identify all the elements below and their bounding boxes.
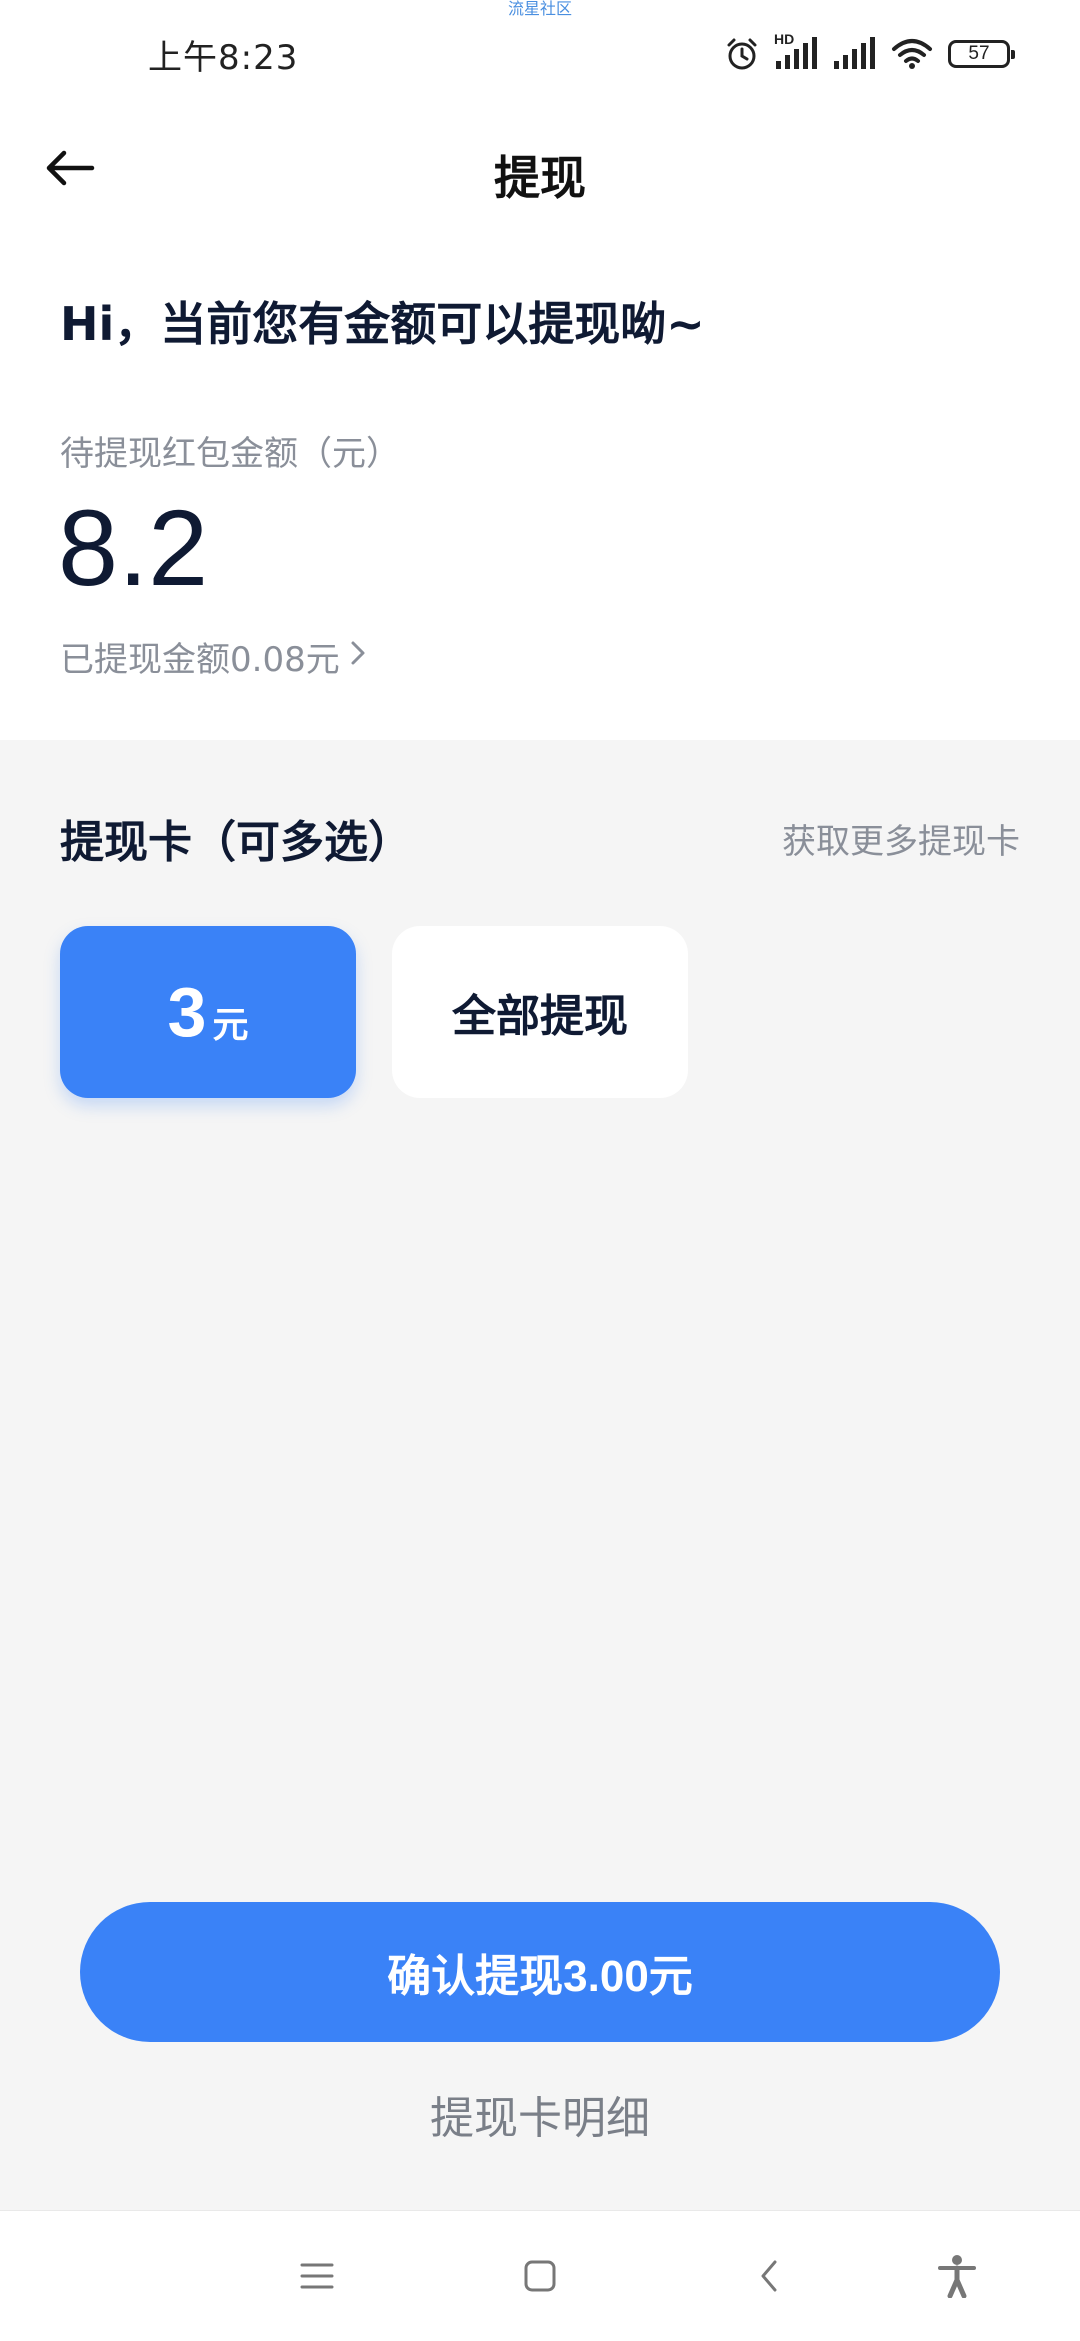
status-time: 上午8:23 — [148, 38, 299, 78]
menu-button[interactable] — [282, 2243, 352, 2313]
confirm-withdraw-button[interactable]: 确认提现3.00元 — [80, 1902, 1000, 2042]
more-cards-link[interactable]: 获取更多提现卡 — [782, 814, 1020, 863]
signal-icon-hd: HD — [774, 31, 818, 71]
signal-icon — [832, 37, 876, 71]
accessibility-icon — [937, 2254, 977, 2302]
status-icons: HD 57 — [724, 31, 1015, 76]
home-button[interactable] — [505, 2243, 575, 2313]
card-option-3-yuan[interactable]: 3 元 — [60, 926, 356, 1098]
nav-bar: 提现 — [0, 120, 1080, 220]
withdrawn-amount-link[interactable]: 已提现金额0.08元 — [60, 632, 368, 681]
cards-section-title: 提现卡（可多选） — [60, 817, 412, 868]
chevron-right-icon — [348, 637, 368, 677]
home-icon — [522, 2258, 558, 2298]
menu-icon — [299, 2261, 335, 2295]
battery-indicator: 57 — [948, 40, 1015, 68]
card-unit: 元 — [212, 1005, 249, 1046]
network-label: HD — [774, 31, 795, 47]
status-bar: 上午8:23 HD 57 — [0, 0, 1080, 104]
back-nav-icon — [757, 2258, 781, 2298]
accessibility-button[interactable] — [922, 2243, 992, 2313]
cards-section-header: 提现卡（可多选） 获取更多提现卡 — [60, 806, 1020, 868]
top-panel — [0, 0, 1080, 740]
card-option-withdraw-all[interactable]: 全部提现 — [392, 926, 688, 1098]
system-nav-bar — [0, 2210, 1080, 2341]
pending-amount-value: 8.2 — [58, 487, 209, 608]
alarm-icon — [724, 36, 760, 72]
card-amount: 3 — [167, 973, 207, 1051]
greeting-text: Hi，当前您有金额可以提现呦~ — [60, 297, 705, 351]
back-button[interactable] — [44, 140, 124, 200]
card-detail-link[interactable]: 提现卡明细 — [0, 2082, 1080, 2146]
arrow-left-icon — [44, 148, 96, 192]
page-title: 提现 — [494, 151, 586, 205]
back-nav-button[interactable] — [734, 2243, 804, 2313]
wifi-icon — [890, 37, 934, 71]
withdrawn-amount-text: 已提现金额0.08元 — [60, 640, 340, 680]
pending-amount-label: 待提现红包金额（元） — [60, 434, 400, 474]
